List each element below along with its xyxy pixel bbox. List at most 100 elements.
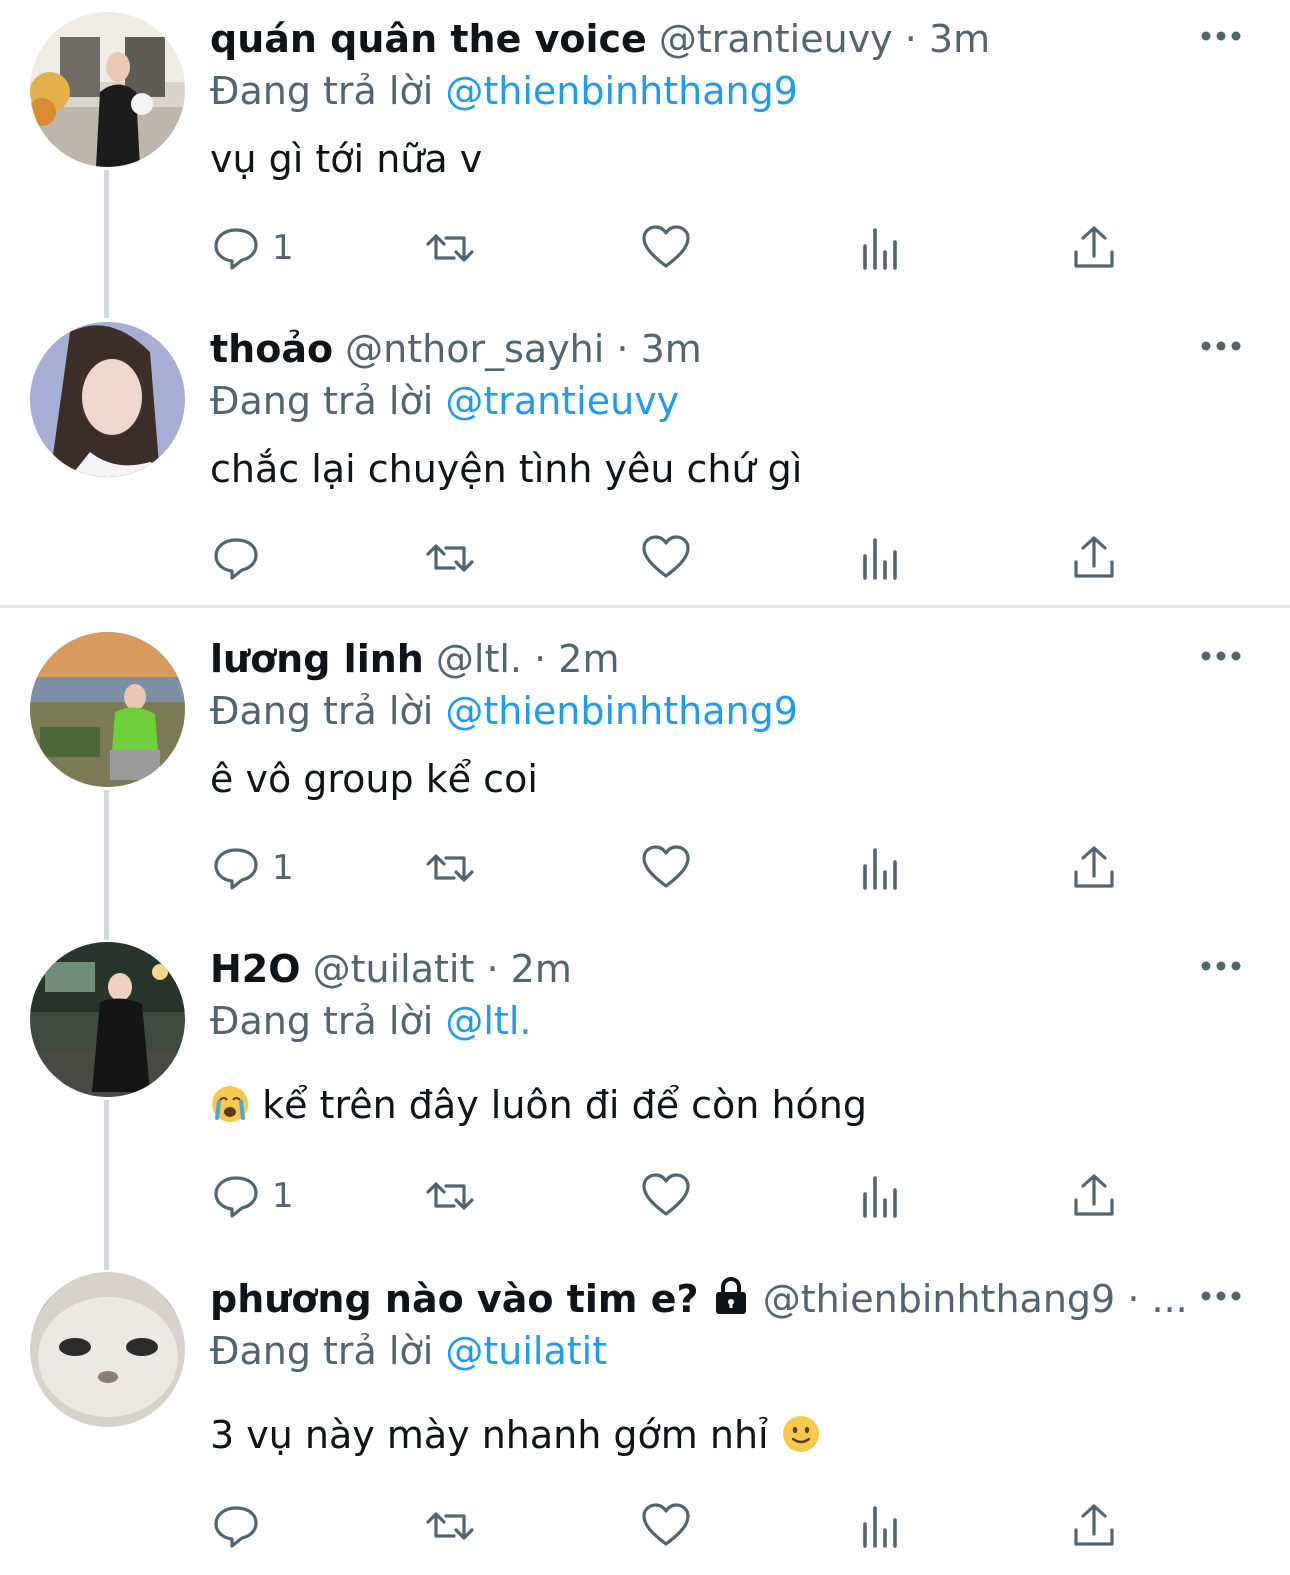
views-button[interactable]: [855, 218, 907, 278]
crying-face-emoji-icon: [212, 1086, 248, 1122]
reply-count: 1: [272, 848, 294, 888]
share-icon: [1074, 536, 1114, 578]
avatar[interactable]: [30, 1272, 185, 1427]
more-icon[interactable]: [1198, 1276, 1244, 1316]
handle[interactable]: @ltl.: [436, 637, 522, 681]
avatar-photo: [30, 632, 185, 787]
mention-link[interactable]: @tuilatit: [445, 1329, 607, 1373]
share-button[interactable]: [1068, 1496, 1120, 1556]
reply-button[interactable]: [210, 1496, 272, 1556]
share-button[interactable]: [1068, 1166, 1120, 1226]
reply-icon: [214, 1176, 258, 1218]
mention-link[interactable]: @thienbinhthang9: [445, 69, 798, 113]
share-icon: [1074, 1504, 1114, 1546]
action-bar: [0, 1496, 1290, 1556]
reply-button[interactable]: 1: [210, 218, 294, 278]
timestamp[interactable]: · ...: [1127, 1277, 1187, 1321]
action-bar: 1: [0, 218, 1290, 278]
handle[interactable]: @nthor_sayhi: [345, 327, 604, 371]
analytics-icon: [863, 538, 897, 580]
timestamp[interactable]: · 2m: [534, 637, 619, 681]
like-button[interactable]: [640, 218, 692, 278]
reply-count: 1: [272, 1176, 294, 1216]
display-name[interactable]: phương nào vào tim e?: [210, 1277, 699, 1321]
mention-link[interactable]: @ltl.: [445, 999, 531, 1043]
reply-button[interactable]: [210, 528, 272, 588]
retweet-icon: [426, 1512, 474, 1540]
more-icon[interactable]: [1198, 16, 1244, 56]
mention-link[interactable]: @thienbinhthang9: [445, 689, 798, 733]
avatar[interactable]: [30, 942, 185, 1097]
share-button[interactable]: [1068, 838, 1120, 898]
retweet-button[interactable]: [424, 1496, 476, 1556]
reply-button[interactable]: 1: [210, 838, 294, 898]
views-button[interactable]: [855, 1166, 907, 1226]
replying-to-label: Đang trả lời: [210, 69, 434, 113]
tweet-text: chắc lại chuyện tình yêu chứ gì: [210, 447, 803, 491]
more-icon[interactable]: [1198, 636, 1244, 676]
reply-icon: [214, 1506, 258, 1548]
heart-icon: [642, 225, 690, 268]
heart-icon: [642, 1503, 690, 1546]
analytics-icon: [863, 1506, 897, 1548]
avatar[interactable]: [30, 12, 185, 167]
like-button[interactable]: [640, 1496, 692, 1556]
timestamp[interactable]: · 3m: [616, 327, 701, 371]
timestamp[interactable]: · 2m: [486, 947, 571, 991]
retweet-button[interactable]: [424, 1166, 476, 1226]
replying-to: Đang trả lời @ltl.: [210, 996, 531, 1046]
avatar-photo: [30, 322, 185, 477]
retweet-button[interactable]: [424, 838, 476, 898]
handle[interactable]: @trantieuvy: [659, 17, 893, 61]
tweet-header: H2O @tuilatit · 2m: [210, 944, 572, 994]
analytics-icon: [863, 228, 897, 270]
share-icon: [1074, 1174, 1114, 1216]
handle[interactable]: @thienbinhthang9: [763, 1277, 1116, 1321]
retweet-icon: [426, 544, 474, 572]
replying-to-label: Đang trả lời: [210, 379, 434, 423]
tweet[interactable]: phương nào vào tim e? @thienbinhthang9 ·…: [0, 1260, 1290, 1575]
display-name[interactable]: H2O: [210, 947, 301, 991]
replying-to-label: Đang trả lời: [210, 1329, 434, 1373]
avatar[interactable]: [30, 632, 185, 787]
handle[interactable]: @tuilatit: [313, 947, 475, 991]
views-button[interactable]: [855, 528, 907, 588]
share-icon: [1074, 226, 1114, 268]
action-bar: 1: [0, 838, 1290, 898]
tweet[interactable]: H2O @tuilatit · 2m Đang trả lời @ltl. kể…: [0, 930, 1290, 1260]
analytics-icon: [863, 848, 897, 890]
views-button[interactable]: [855, 1496, 907, 1556]
like-button[interactable]: [640, 838, 692, 898]
tweet[interactable]: lương linh @ltl. · 2m Đang trả lời @thie…: [0, 620, 1290, 930]
retweet-button[interactable]: [424, 218, 476, 278]
thread-divider: [0, 605, 1290, 608]
timestamp[interactable]: · 3m: [905, 17, 990, 61]
replying-to: Đang trả lời @trantieuvy: [210, 376, 679, 426]
retweet-icon: [426, 854, 474, 882]
avatar[interactable]: [30, 322, 185, 477]
share-icon: [1074, 846, 1114, 888]
more-icon[interactable]: [1198, 326, 1244, 366]
more-icon[interactable]: [1198, 946, 1244, 986]
action-bar: 1: [0, 1166, 1290, 1226]
heart-icon: [642, 1173, 690, 1216]
mention-link[interactable]: @trantieuvy: [445, 379, 679, 423]
like-button[interactable]: [640, 1166, 692, 1226]
like-button[interactable]: [640, 528, 692, 588]
tweet[interactable]: quán quân the voice @trantieuvy · 3m Đan…: [0, 0, 1290, 310]
replying-to: Đang trả lời @thienbinhthang9: [210, 686, 798, 736]
reply-icon: [214, 848, 258, 890]
tweet-text: ê vô group kể coi: [210, 757, 538, 801]
reply-button[interactable]: 1: [210, 1166, 294, 1226]
display-name[interactable]: lương linh: [210, 637, 424, 681]
retweet-button[interactable]: [424, 528, 476, 588]
heart-icon: [642, 535, 690, 578]
tweet[interactable]: thoảo @nthor_sayhi · 3m Đang trả lời @tr…: [0, 310, 1290, 605]
tweet-header: lương linh @ltl. · 2m: [210, 634, 619, 684]
share-button[interactable]: [1068, 528, 1120, 588]
retweet-icon: [426, 1182, 474, 1210]
views-button[interactable]: [855, 838, 907, 898]
display-name[interactable]: quán quân the voice: [210, 17, 647, 61]
share-button[interactable]: [1068, 218, 1120, 278]
display-name[interactable]: thoảo: [210, 327, 333, 371]
